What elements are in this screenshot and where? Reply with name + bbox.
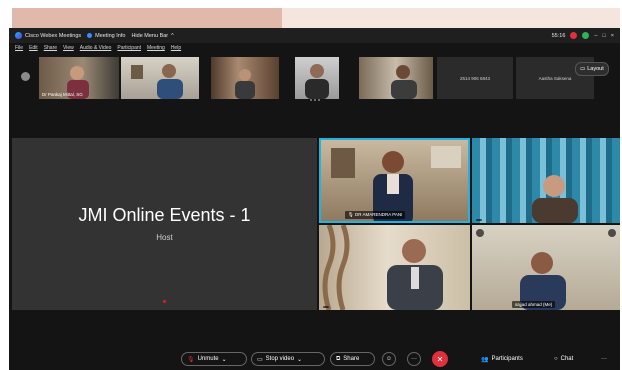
participant-thumbnail[interactable] (121, 57, 199, 99)
unmute-button[interactable]: 🎙 Unmute ⌄ (181, 352, 247, 366)
info-icon (87, 33, 93, 38)
host-role-label: Host (156, 233, 173, 242)
menu-bar: File Edit Share View Audio & Video Parti… (9, 43, 620, 53)
person-icon (322, 225, 443, 310)
reactions-button[interactable]: ☺ (382, 352, 396, 366)
participant-name: 2514 906 6843 (459, 75, 491, 81)
video-camera-icon: ▭ (257, 356, 263, 363)
share-screen-icon: ⧉ (336, 355, 341, 362)
participant-thumbnail[interactable]: Dr Pankaj Mittal, SG (39, 57, 119, 99)
video-tile-active-speaker[interactable]: 🎙 DR AMARENDRA PANI (319, 138, 470, 223)
participant-thumbnail[interactable] (359, 57, 433, 99)
video-tile-self[interactable]: sajjad ahmad (Me) (472, 225, 620, 310)
layout-button[interactable]: ▭ Layout (575, 62, 609, 76)
leave-meeting-button[interactable]: ✕ (432, 351, 448, 367)
participant-thumbnail[interactable] (211, 57, 279, 99)
close-window-button[interactable]: × (611, 33, 614, 39)
menu-edit[interactable]: Edit (29, 45, 38, 51)
pagination-dots[interactable] (309, 99, 321, 101)
title-bar: Cisco Webex Meetings Meeting Info Hide M… (9, 28, 620, 43)
person-icon (391, 65, 417, 99)
muted-mic-icon: 🎙 (187, 356, 195, 363)
layout-icon: ▭ (580, 66, 586, 72)
chevron-down-icon: ⌄ (297, 356, 303, 363)
more-options-button[interactable]: ··· (407, 352, 421, 366)
status-marker (163, 300, 166, 303)
mic-icon: 🎙 (348, 212, 354, 217)
person-icon (305, 64, 329, 99)
self-avatar-icon[interactable] (21, 72, 30, 81)
host-tile: JMI Online Events - 1 Host (12, 138, 317, 310)
webpage-banner (12, 8, 620, 28)
chat-button[interactable]: ○ Chat (554, 352, 573, 366)
participant-name-label: sajjad ahmad (Me) (512, 301, 556, 308)
video-tile[interactable] (319, 225, 470, 310)
chat-icon: ○ (554, 356, 558, 362)
app-name: Cisco Webex Meetings (15, 32, 81, 39)
webex-window: Cisco Webex Meetings Meeting Info Hide M… (9, 28, 620, 370)
stop-video-button[interactable]: ▭ Stop video ⌄ (251, 352, 325, 366)
minimize-button[interactable]: – (594, 33, 597, 39)
smiley-icon: ☺ (385, 356, 393, 362)
chevron-down-icon: ⌄ (221, 356, 227, 363)
chevron-up-icon: ^ (171, 32, 174, 39)
participants-button[interactable]: 👥 Participants (481, 352, 523, 366)
meeting-info-button[interactable]: Meeting Info (87, 33, 125, 39)
participants-icon: 👥 (481, 356, 489, 363)
person-icon (235, 69, 255, 99)
participant-tile[interactable]: 2514 906 6843 (437, 57, 513, 99)
menu-audio-video[interactable]: Audio & Video (80, 45, 112, 51)
person-icon (520, 252, 566, 310)
share-button[interactable]: ⧉ Share (330, 352, 375, 366)
participant-thumbnail[interactable] (295, 57, 339, 99)
menu-view[interactable]: View (63, 45, 74, 51)
menu-file[interactable]: File (15, 45, 23, 51)
host-name: JMI Online Events - 1 (78, 205, 251, 225)
webex-logo-icon (15, 32, 22, 39)
participant-name: Dr Pankaj Mittal, SG (42, 92, 83, 97)
menu-meeting[interactable]: Meeting (147, 45, 165, 51)
hide-menu-bar-button[interactable]: Hide Menu Bar ^ (131, 33, 173, 39)
security-icon[interactable] (582, 32, 590, 39)
meeting-controls: 🎙 Unmute ⌄ ▭ Stop video ⌄ ⧉ Share ☺ ··· … (9, 348, 620, 370)
participant-strip: Dr Pankaj Mittal, SG 2514 906 6843 Aasth… (9, 55, 620, 101)
person-icon (532, 175, 578, 223)
person-icon (131, 64, 183, 99)
maximize-button[interactable]: □ (602, 33, 605, 39)
video-tile[interactable] (472, 138, 620, 223)
menu-participant[interactable]: Participant (117, 45, 141, 51)
overflow-menu-button[interactable]: ··· (601, 352, 607, 366)
meeting-timer: 55:16 (551, 32, 566, 39)
self-view-icon[interactable] (476, 229, 484, 237)
close-icon: ✕ (436, 354, 444, 364)
more-options-icon[interactable] (608, 229, 616, 237)
participant-name: Aastha Saksena (538, 75, 572, 81)
participant-name-label: 🎙 DR AMARENDRA PANI (345, 211, 406, 219)
menu-help[interactable]: Help (171, 45, 181, 51)
recording-icon[interactable] (570, 32, 578, 39)
menu-share[interactable]: Share (44, 45, 57, 51)
